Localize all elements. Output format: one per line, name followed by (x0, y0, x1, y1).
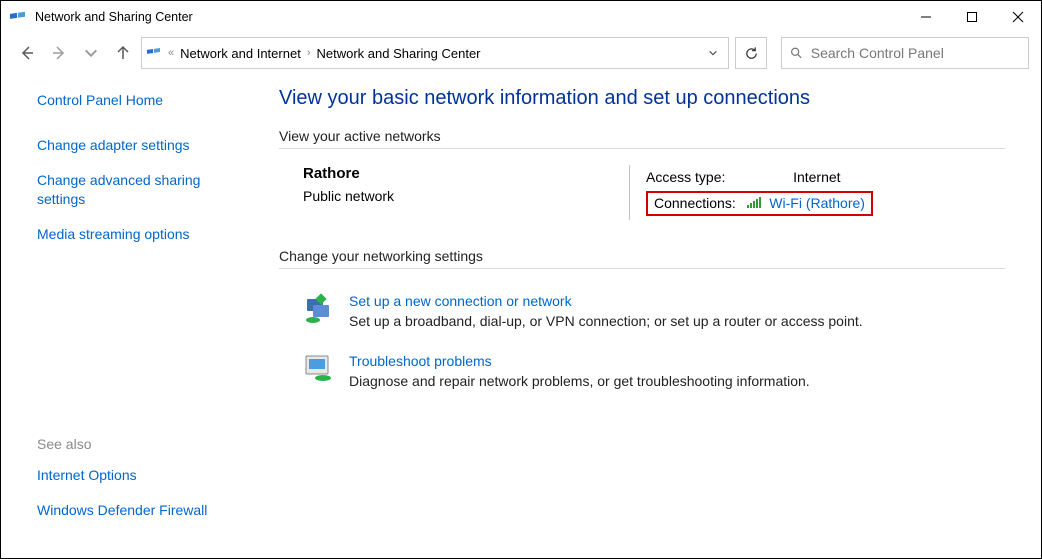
setting-troubleshoot: Troubleshoot problems Diagnose and repai… (279, 345, 1005, 405)
address-dropdown[interactable] (702, 39, 724, 67)
troubleshoot-link[interactable]: Troubleshoot problems (349, 353, 810, 369)
see-also-label: See also (37, 436, 245, 452)
change-settings-label: Change your networking settings (279, 248, 1005, 264)
search-icon (790, 46, 803, 60)
maximize-button[interactable] (949, 1, 995, 33)
window-title: Network and Sharing Center (35, 10, 193, 24)
connection-highlight: Connections: Wi-Fi (Rathore) (646, 191, 873, 216)
breadcrumb-item-sharing-center[interactable]: Network and Sharing Center (316, 46, 480, 61)
sidebar: Control Panel Home Change adapter settin… (1, 73, 259, 558)
access-type-value: Internet (769, 167, 879, 187)
troubleshoot-desc: Diagnose and repair network problems, or… (349, 373, 810, 389)
setup-connection-desc: Set up a broadband, dial-up, or VPN conn… (349, 313, 863, 329)
recent-dropdown[interactable] (77, 39, 105, 67)
forward-button[interactable] (45, 39, 73, 67)
divider (279, 268, 1005, 269)
wifi-signal-icon (747, 196, 761, 212)
location-icon (146, 45, 162, 61)
connection-link[interactable]: Wi-Fi (Rathore) (769, 195, 865, 211)
refresh-button[interactable] (735, 37, 767, 69)
network-type: Public network (303, 188, 629, 204)
sidebar-link-firewall[interactable]: Windows Defender Firewall (37, 501, 245, 520)
nav-toolbar: « Network and Internet › Network and Sha… (1, 33, 1041, 73)
setup-connection-icon (303, 293, 335, 325)
addressbar[interactable]: « Network and Internet › Network and Sha… (141, 37, 729, 69)
divider (279, 148, 1005, 149)
app-icon (9, 8, 27, 26)
up-button[interactable] (109, 39, 137, 67)
sidebar-link-media[interactable]: Media streaming options (37, 225, 245, 244)
active-networks-label: View your active networks (279, 128, 1005, 144)
back-button[interactable] (13, 39, 41, 67)
page-heading: View your basic network information and … (279, 87, 1005, 110)
sidebar-link-adapter[interactable]: Change adapter settings (37, 136, 245, 155)
sidebar-link-home[interactable]: Control Panel Home (37, 91, 245, 110)
minimize-button[interactable] (903, 1, 949, 33)
titlebar: Network and Sharing Center (1, 1, 1041, 33)
access-type-label: Access type: (646, 167, 767, 187)
sidebar-link-internet-options[interactable]: Internet Options (37, 466, 245, 485)
search-box[interactable] (781, 37, 1029, 69)
main-panel: View your basic network information and … (259, 73, 1041, 558)
close-button[interactable] (995, 1, 1041, 33)
breadcrumb-prefix: « (168, 47, 174, 59)
search-input[interactable] (811, 45, 1020, 61)
breadcrumb-item-network-internet[interactable]: Network and Internet (180, 46, 301, 61)
network-name: Rathore (303, 165, 629, 182)
active-network-row: Rathore Public network Access type: Inte… (279, 165, 1005, 220)
sidebar-link-advanced[interactable]: Change advanced sharing settings (37, 171, 245, 209)
chevron-right-icon: › (307, 47, 311, 59)
connections-label: Connections: (654, 195, 736, 211)
setup-connection-link[interactable]: Set up a new connection or network (349, 293, 863, 309)
setting-setup-connection: Set up a new connection or network Set u… (279, 285, 1005, 345)
troubleshoot-icon (303, 353, 335, 385)
